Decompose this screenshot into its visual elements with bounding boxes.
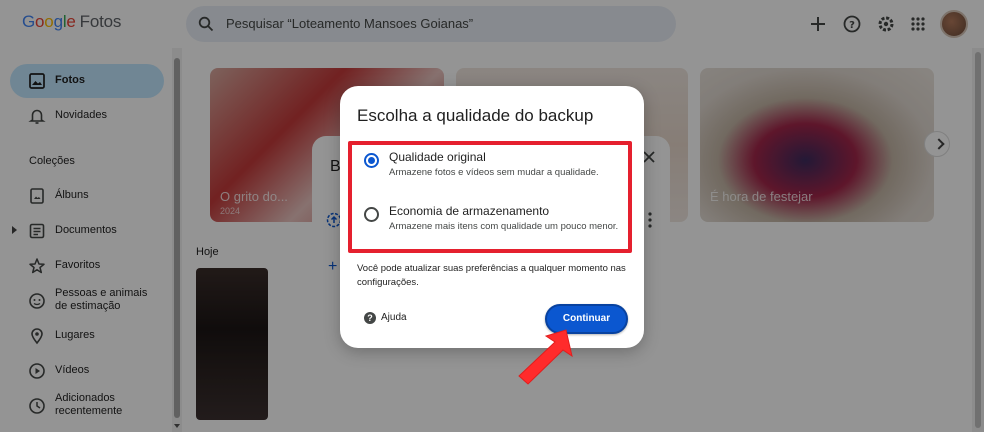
dialog-note: Você pode atualizar suas preferências a …	[357, 263, 626, 288]
options-highlight-box	[348, 141, 632, 253]
help-link[interactable]: Ajuda	[381, 312, 407, 323]
dialog-title: Escolha a qualidade do backup	[357, 106, 594, 125]
help-circle-icon[interactable]: ?	[364, 312, 376, 324]
annotation-arrow-icon	[518, 329, 573, 385]
